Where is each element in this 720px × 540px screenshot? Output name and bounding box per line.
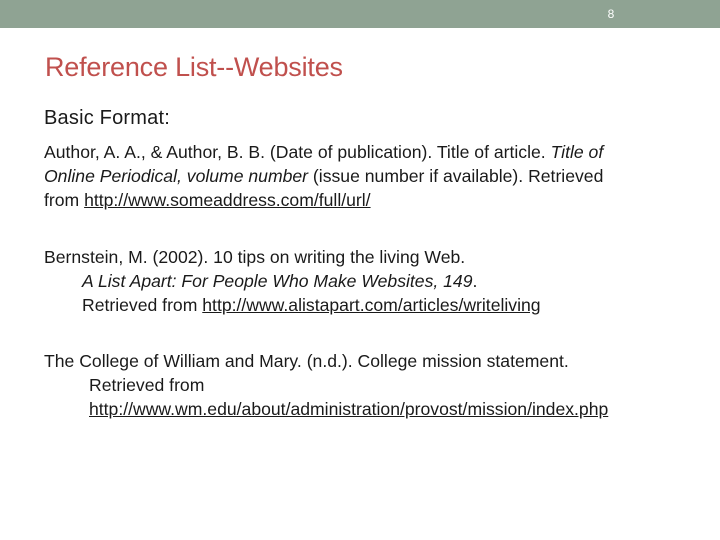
format-line-1-italic: Title of [550, 142, 604, 162]
format-line-3: from http://www.someaddress.com/full/url… [44, 188, 603, 212]
format-line-2-italic: Online Periodical, volume number [44, 166, 309, 186]
example1-line-2-text: . [472, 271, 478, 291]
format-line-1-text: Author, A. A., & Author, B. B. (Date of … [44, 142, 551, 162]
slide-number: 8 [607, 7, 615, 21]
example1-url-link[interactable]: http://www.alistapart.com/articles/write… [202, 295, 540, 315]
format-line-2-text: (issue number if available). Retrieved [308, 166, 604, 186]
format-url-link[interactable]: http://www.someaddress.com/full/url/ [84, 190, 371, 210]
example-entry-wm: The College of William and Mary. (n.d.).… [44, 349, 608, 421]
example1-line-2: A List Apart: For People Who Make Websit… [44, 269, 541, 293]
example2-line-1: The College of William and Mary. (n.d.).… [44, 351, 569, 371]
example2-line-2: Retrieved from [89, 375, 205, 395]
example1-line-1: Bernstein, M. (2002). 10 tips on writing… [44, 247, 466, 267]
slide-title: Reference List--Websites [45, 52, 343, 82]
example-entry-bernstein: Bernstein, M. (2002). 10 tips on writing… [44, 245, 541, 317]
subheading: Basic Format: [44, 107, 170, 129]
format-line-3-text: from [44, 190, 85, 210]
example1-periodical: A List Apart: For People Who Make Websit… [82, 271, 473, 291]
format-line-2: Online Periodical, volume number (issue … [44, 164, 603, 188]
format-line-1: Author, A. A., & Author, B. B. (Date of … [44, 140, 603, 164]
example2-url-link[interactable]: http://www.wm.edu/about/administration/p… [89, 399, 608, 419]
example1-line-3: Retrieved from http://www.alistapart.com… [44, 293, 541, 317]
example1-retrieved: Retrieved from [82, 295, 203, 315]
example2-line-3: http://www.wm.edu/about/administration/p… [44, 397, 608, 421]
format-entry: Author, A. A., & Author, B. B. (Date of … [44, 140, 603, 212]
